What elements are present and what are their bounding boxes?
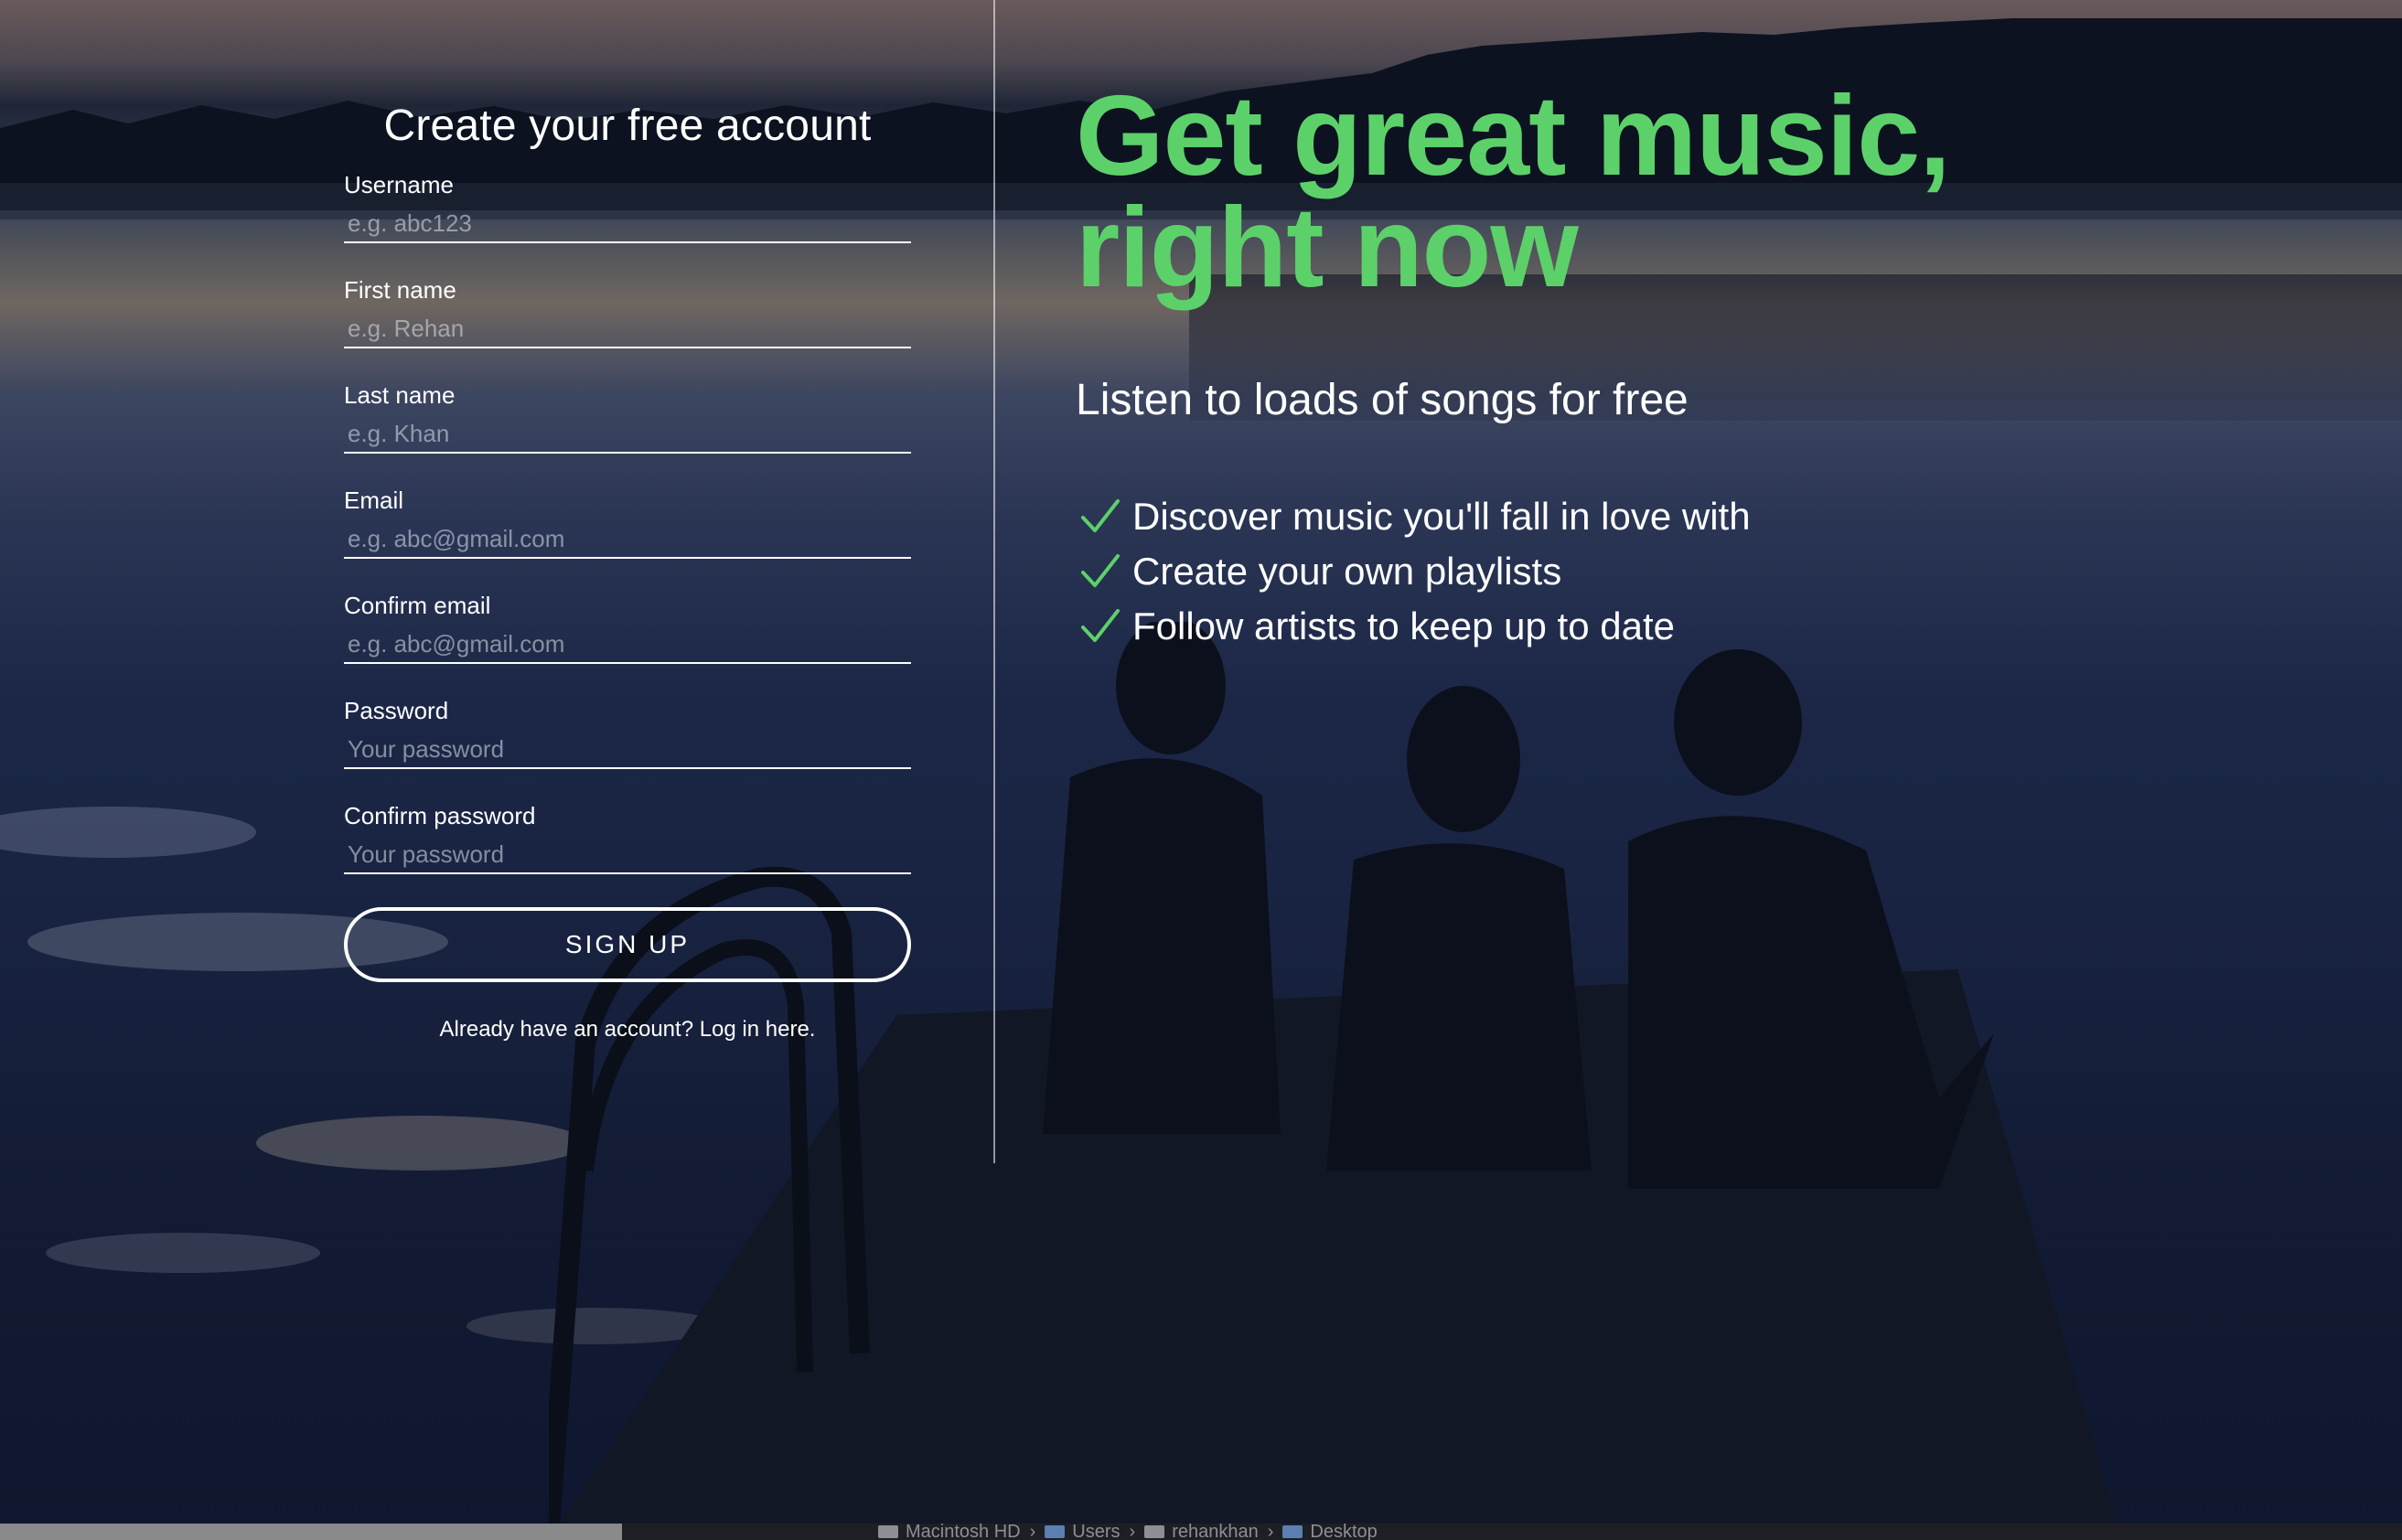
check-icon: [1081, 554, 1120, 587]
feature-list: Discover music you'll fall in love with …: [1076, 489, 2173, 654]
crumb-label: rehankhan: [1172, 1524, 1259, 1540]
first-name-field-group: First name: [344, 276, 911, 348]
confirm-email-input[interactable]: [344, 626, 911, 664]
disk-icon: [878, 1525, 898, 1538]
login-prompt: Already have an account? Log in here.: [344, 1017, 911, 1043]
feature-text: Follow artists to keep up to date: [1132, 604, 1675, 647]
feature-text: Create your own playlists: [1132, 550, 1562, 593]
login-link[interactable]: Already have an account? Log in here.: [440, 1017, 816, 1042]
finder-sidebar-strip: [0, 1524, 622, 1540]
feature-text: Discover music you'll fall in love with: [1132, 495, 1751, 538]
password-label: Password: [344, 697, 449, 724]
chevron-right-icon: ›: [1029, 1524, 1036, 1540]
feature-item: Follow artists to keep up to date: [1076, 599, 2173, 654]
chevron-right-icon: ›: [1267, 1524, 1274, 1540]
crumb-label: Macintosh HD: [906, 1524, 1021, 1540]
confirm-password-field-group: Confirm password: [344, 802, 911, 874]
crumb-label: Users: [1072, 1524, 1121, 1540]
confirm-email-field-group: Confirm email: [344, 592, 911, 664]
folder-icon: [1282, 1525, 1303, 1538]
column-divider: [993, 0, 995, 1163]
check-icon: [1081, 499, 1120, 532]
email-field-group: Email: [344, 487, 911, 559]
folder-icon: [1045, 1525, 1066, 1538]
confirm-email-label: Confirm email: [344, 592, 491, 619]
finder-path-bar: Macintosh HD › Users › rehankhan › Deskt…: [0, 1524, 2402, 1540]
crumb-rehankhan[interactable]: rehankhan ›: [1144, 1524, 1273, 1540]
username-label: Username: [344, 171, 454, 198]
chevron-right-icon: ›: [1129, 1524, 1136, 1540]
crumb-label: Desktop: [1310, 1524, 1378, 1540]
first-name-input[interactable]: [344, 310, 911, 348]
hero-title-line1: Get great music,: [1076, 73, 1951, 199]
feature-item: Discover music you'll fall in love with: [1076, 489, 2173, 544]
home-icon: [1144, 1525, 1165, 1538]
last-name-field-group: Last name: [344, 381, 911, 454]
signup-form: Create your free account Username First …: [344, 101, 911, 1043]
username-field-group: Username: [344, 171, 911, 243]
email-label: Email: [344, 487, 404, 514]
signup-button[interactable]: SIGN UP: [344, 907, 911, 982]
form-title: Create your free account: [383, 102, 872, 150]
hero-subtitle: Listen to loads of songs for free: [1076, 376, 1689, 424]
path-breadcrumb: Macintosh HD › Users › rehankhan › Deskt…: [878, 1524, 1387, 1540]
password-input[interactable]: [344, 731, 911, 769]
crumb-desktop[interactable]: Desktop: [1282, 1524, 1378, 1540]
password-field-group: Password: [344, 697, 911, 769]
hero-title-line2: right now: [1076, 185, 1579, 311]
last-name-label: Last name: [344, 381, 456, 409]
crumb-macintosh-hd[interactable]: Macintosh HD ›: [878, 1524, 1035, 1540]
email-input[interactable]: [344, 520, 911, 559]
feature-item: Create your own playlists: [1076, 544, 2173, 599]
check-icon: [1081, 609, 1120, 642]
first-name-label: First name: [344, 276, 456, 304]
confirm-password-label: Confirm password: [344, 802, 536, 829]
crumb-users[interactable]: Users ›: [1045, 1524, 1135, 1540]
confirm-password-input[interactable]: [344, 836, 911, 874]
last-name-input[interactable]: [344, 415, 911, 454]
hero-section: Get great music, right now Listen to loa…: [1076, 80, 2173, 654]
username-input[interactable]: [344, 205, 911, 243]
hero-title: Get great music, right now: [1076, 80, 2173, 305]
